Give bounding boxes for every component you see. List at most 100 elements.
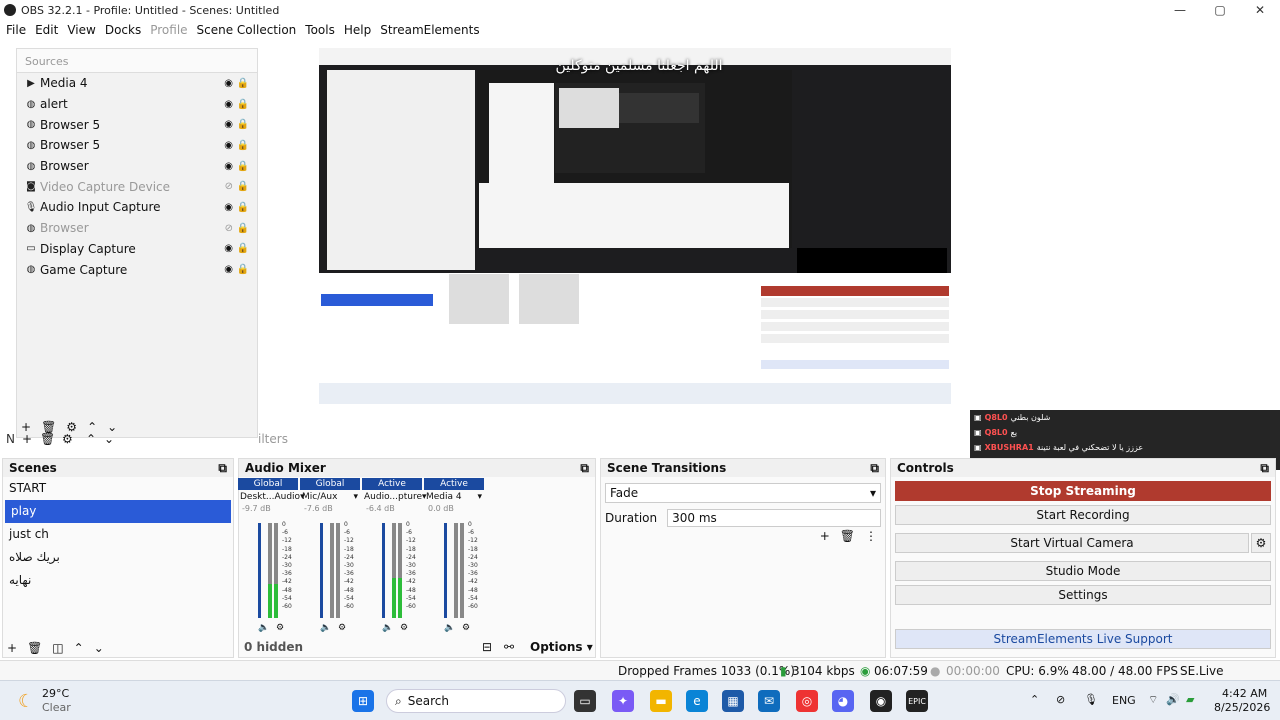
eye-icon[interactable]: ◉ [224, 264, 233, 275]
lang-indicator[interactable]: ENG [1112, 694, 1136, 707]
settings-button[interactable]: Settings [895, 585, 1271, 605]
close-button[interactable]: ✕ [1240, 0, 1280, 20]
source-item[interactable]: ◙ Video Capture Device ⊘ 🔒 [17, 176, 257, 197]
lock-icon[interactable]: 🔒 [237, 99, 249, 110]
task-view-icon[interactable]: ▭ [574, 690, 596, 712]
clock-time[interactable]: 4:42 AM [1222, 687, 1267, 700]
menu-docks[interactable]: Docks [105, 23, 141, 37]
more-icon[interactable]: ⋮ [865, 529, 877, 543]
menu-tools[interactable]: Tools [305, 23, 335, 37]
channel-menu-icon[interactable]: ▾ [477, 492, 482, 502]
eye-icon[interactable]: ◉ [224, 140, 233, 151]
lock-icon[interactable]: 🔒 [237, 119, 249, 130]
lock-icon[interactable]: 🔒 [237, 223, 249, 234]
menu-scene-collection[interactable]: Scene Collection [197, 23, 297, 37]
menu-view[interactable]: View [67, 23, 95, 37]
minimize-button[interactable]: — [1160, 0, 1200, 20]
volume-fader[interactable] [320, 523, 323, 618]
lock-icon[interactable]: 🔒 [237, 78, 249, 89]
scene-up-icon[interactable]: ⌃ [74, 641, 84, 655]
menu-help[interactable]: Help [344, 23, 371, 37]
mixer-link-icon[interactable]: ⚯ [504, 640, 514, 654]
mute-icon[interactable]: 🔈 [444, 623, 455, 633]
scene-item[interactable]: START [3, 477, 233, 500]
discord-icon[interactable]: ◕ [832, 690, 854, 712]
channel-menu-icon[interactable]: ▾ [353, 492, 358, 502]
vcam-settings-icon[interactable]: ⚙ [1251, 533, 1271, 553]
lock-icon[interactable]: 🔒 [237, 264, 249, 275]
battery-icon[interactable]: ▰ [1186, 693, 1194, 706]
taskbar-search[interactable]: ⌕ Search [386, 689, 566, 713]
dock-float-icon[interactable]: ⧉ [218, 461, 227, 475]
edge-icon[interactable]: e [686, 690, 708, 712]
eye-hidden-icon[interactable]: ⊘ [225, 181, 233, 192]
studio-mode-button[interactable]: Studio Mode [895, 561, 1271, 581]
channel-settings-icon[interactable]: ⚙ [276, 623, 284, 633]
eye-icon[interactable]: ◉ [224, 202, 233, 213]
lock-icon[interactable]: 🔒 [237, 161, 249, 172]
remove-scene-icon[interactable]: 🗑 [27, 641, 42, 655]
windows-start-icon[interactable]: ⊞ [352, 690, 374, 712]
tray-chevron-icon[interactable]: ⌃ [1030, 693, 1039, 706]
source-item[interactable]: 🎙 Audio Input Capture ◉ 🔒 [17, 197, 257, 218]
lock-icon[interactable]: 🔒 [237, 140, 249, 151]
volume-fader[interactable] [258, 523, 261, 618]
store-icon[interactable]: ▦ [722, 690, 744, 712]
source-item[interactable]: ◍ Browser ◉ 🔒 [17, 156, 257, 177]
maximize-button[interactable]: ▢ [1200, 0, 1240, 20]
scene-item[interactable]: play [5, 500, 231, 523]
trash-icon[interactable]: 🗑 [40, 432, 55, 446]
volume-icon[interactable]: 🔊 [1166, 693, 1180, 706]
channel-settings-icon[interactable]: ⚙ [400, 623, 408, 633]
eye-icon[interactable]: ◉ [224, 243, 233, 254]
obs-icon[interactable]: ◉ [870, 690, 892, 712]
menu-profile[interactable]: Profile [150, 23, 187, 37]
tab-filters[interactable]: ilters [258, 432, 288, 446]
mute-icon[interactable]: 🔈 [258, 623, 269, 633]
source-item[interactable]: ◍ Browser 5 ◉ 🔒 [17, 135, 257, 156]
down-icon[interactable]: ⌄ [104, 432, 114, 446]
preview-canvas[interactable]: اللهم اجعلنا مسلمين متوكلين [319, 48, 951, 404]
dock-float-icon[interactable]: ⧉ [870, 461, 879, 475]
eye-icon[interactable]: ◉ [224, 119, 233, 130]
streamelements-support-button[interactable]: StreamElements Live Support [895, 629, 1271, 649]
volume-fader[interactable] [382, 523, 385, 618]
eye-hidden-icon[interactable]: ⊘ [225, 223, 233, 234]
channel-settings-icon[interactable]: ⚙ [462, 623, 470, 633]
file-explorer-icon[interactable]: ▬ [650, 690, 672, 712]
dock-float-icon[interactable]: ⧉ [1260, 461, 1269, 475]
wifi-icon[interactable]: ⌔ [1148, 693, 1158, 707]
mixer-layout-icon[interactable]: ⊟ [482, 640, 492, 654]
scene-item[interactable]: بريك صلاه [3, 546, 233, 569]
source-item[interactable]: ▶ Media 4 ◉ 🔒 [17, 73, 257, 94]
scene-filter-icon[interactable]: ◫ [52, 641, 63, 655]
source-item[interactable]: ◍ Browser 5 ◉ 🔒 [17, 114, 257, 135]
volume-fader[interactable] [444, 523, 447, 618]
eye-icon[interactable]: ◉ [224, 161, 233, 172]
add-transition-icon[interactable]: + [820, 529, 830, 543]
mixer-options-button[interactable]: Options ▾ [530, 640, 593, 654]
copilot-icon[interactable]: ✦ [612, 690, 634, 712]
menu-edit[interactable]: Edit [35, 23, 58, 37]
stop-streaming-button[interactable]: Stop Streaming [895, 481, 1271, 501]
duration-input[interactable]: 300 ms [667, 509, 881, 527]
menu-file[interactable]: File [6, 23, 26, 37]
start-recording-button[interactable]: Start Recording [895, 505, 1271, 525]
add-icon[interactable]: + [22, 432, 32, 446]
source-item[interactable]: ◍ Browser ⊘ 🔒 [17, 218, 257, 239]
mic-icon[interactable]: 🎙 [1084, 693, 1098, 706]
source-item[interactable]: ▭ Display Capture ◉ 🔒 [17, 239, 257, 260]
transition-select[interactable]: Fade ▾ [605, 483, 881, 503]
outlook-icon[interactable]: ✉ [758, 690, 780, 712]
clock-date[interactable]: 8/25/2026 [1214, 701, 1270, 714]
mute-icon[interactable]: 🔈 [320, 623, 331, 633]
mute-icon[interactable]: 🔈 [382, 623, 393, 633]
menu-streamelements[interactable]: StreamElements [380, 23, 479, 37]
source-item[interactable]: ◍ Game Capture ◉ 🔒 [17, 259, 257, 280]
eye-icon[interactable]: ◉ [224, 78, 233, 89]
gear-icon[interactable]: ⚙ [62, 432, 73, 446]
up-icon[interactable]: ⌃ [86, 432, 96, 446]
source-item[interactable]: ◍ alert ◉ 🔒 [17, 94, 257, 115]
epic-games-icon[interactable]: EPIC [906, 690, 928, 712]
weather-temp[interactable]: 29°C [42, 687, 69, 700]
